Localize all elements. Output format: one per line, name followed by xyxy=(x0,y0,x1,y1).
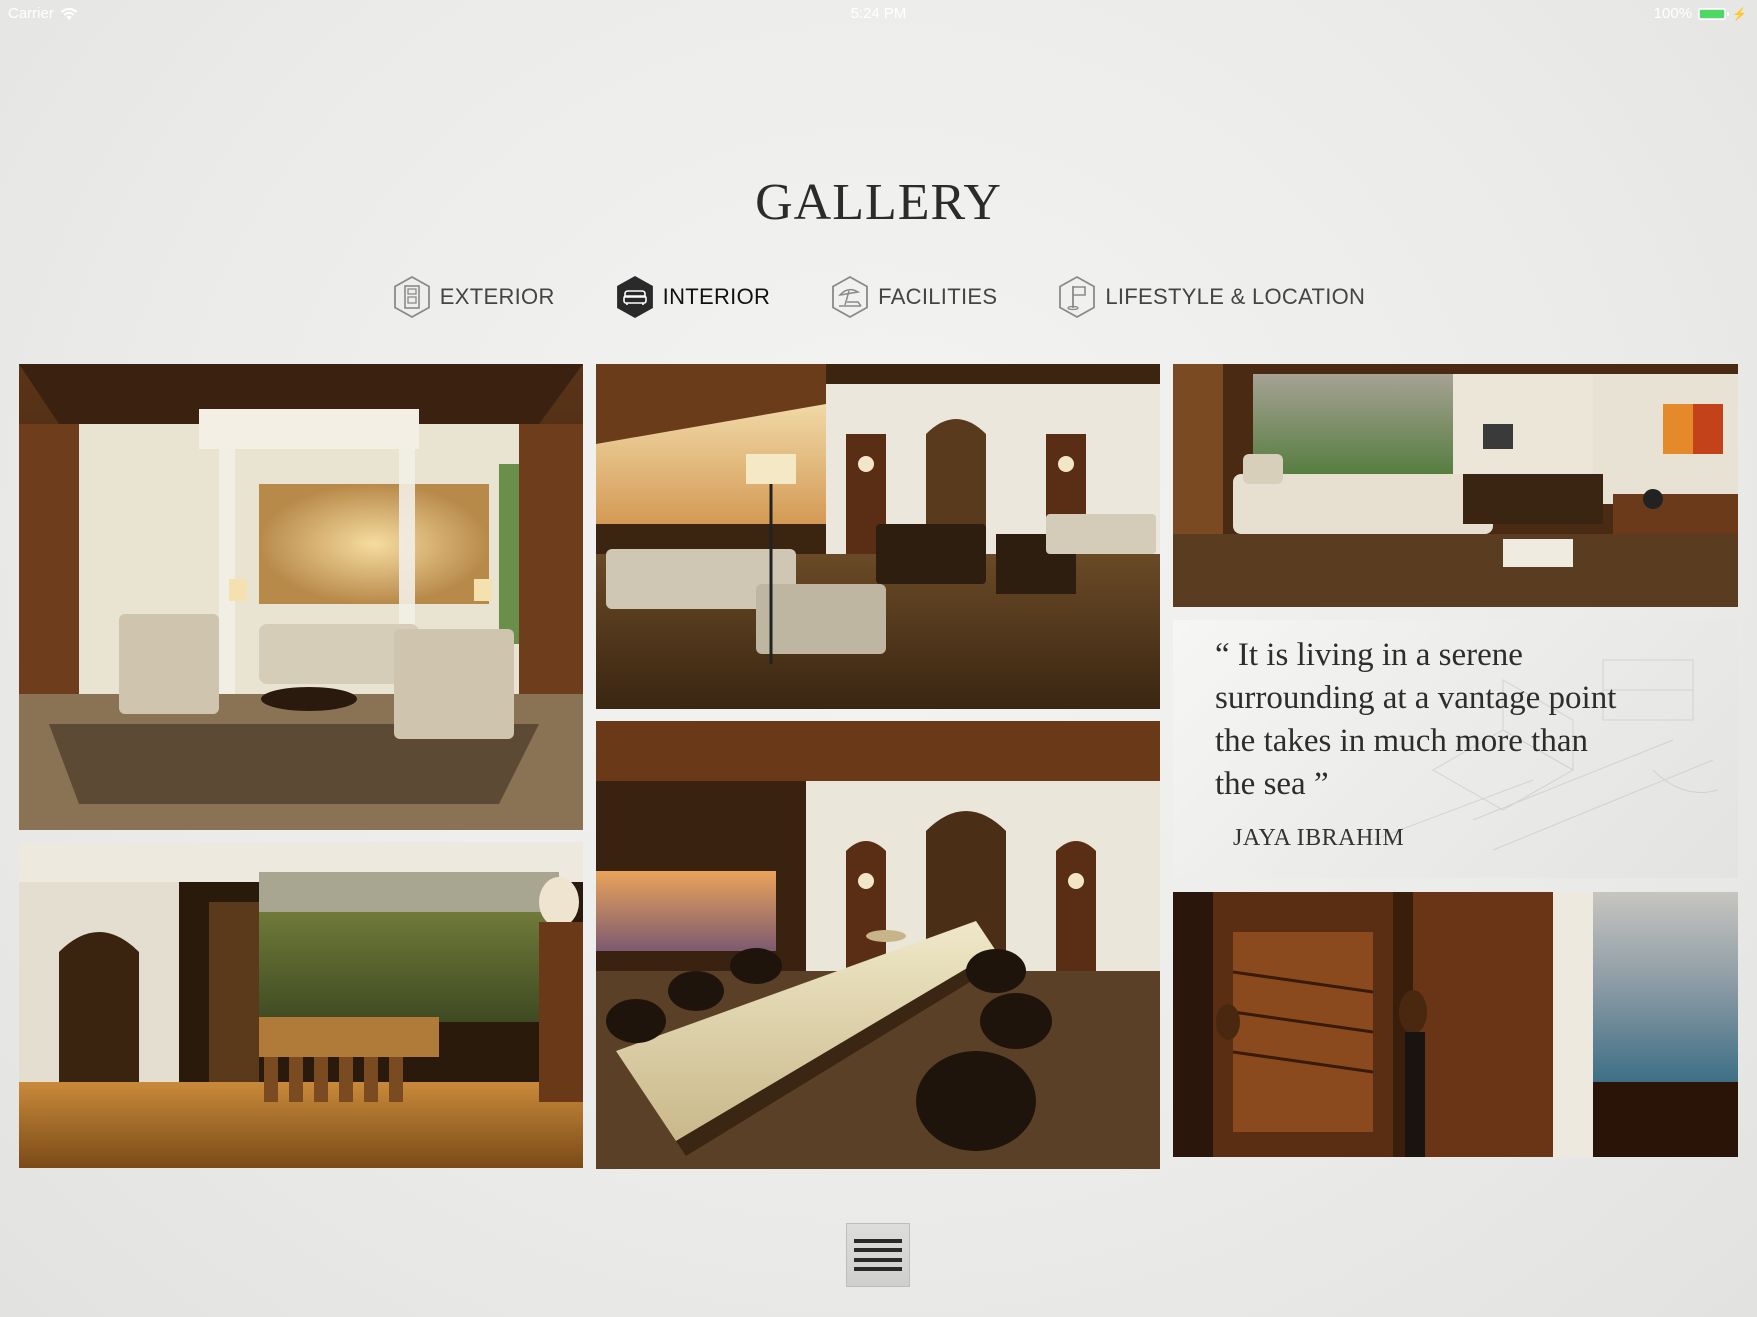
canopy-bedroom-image xyxy=(19,364,583,830)
battery-icon xyxy=(1698,7,1730,20)
page-title: GALLERY xyxy=(755,174,1002,231)
status-time: 5:24 PM xyxy=(850,5,907,22)
tab-facilities[interactable]: FACILITIES xyxy=(830,275,997,319)
status-bar: Carrier 5:24 PM 100% ⚡ xyxy=(0,0,1757,28)
dining-room-image xyxy=(596,721,1160,1169)
beach-umbrella-icon xyxy=(832,275,869,319)
category-tabs: EXTERIOR INTERIOR FACILITIES LIFESTYLE &… xyxy=(0,275,1757,319)
tab-lifestyle-location[interactable]: LIFESTYLE & LOCATION xyxy=(1057,275,1365,319)
spiral-staircase-image xyxy=(1173,892,1738,1157)
tab-exterior[interactable]: EXTERIOR xyxy=(392,275,555,319)
quote-text: “ It is living in a serene surrounding a… xyxy=(1215,637,1617,802)
bar-lounge-photo[interactable] xyxy=(19,842,583,1168)
quote-author: JAYA IBRAHIM xyxy=(1233,825,1405,851)
sofa-icon xyxy=(616,275,653,319)
bedroom-suite-photo[interactable] xyxy=(1173,364,1738,607)
living-room-photo[interactable] xyxy=(596,364,1160,709)
bedroom-suite-image xyxy=(1173,364,1738,607)
tab-exterior-label: EXTERIOR xyxy=(439,284,555,309)
dining-room-photo[interactable] xyxy=(596,721,1160,1169)
canopy-bedroom-photo[interactable] xyxy=(19,364,583,830)
quote-card: “ It is living in a serene surrounding a… xyxy=(1173,620,1738,878)
spiral-staircase-photo[interactable] xyxy=(1173,892,1738,1157)
tab-facilities-label: FACILITIES xyxy=(878,284,998,309)
tab-interior-label: INTERIOR xyxy=(662,284,771,309)
tab-lifestyle-location-label: LIFESTYLE & LOCATION xyxy=(1105,284,1366,309)
status-right: 100% ⚡ xyxy=(1654,5,1747,22)
menu-button[interactable] xyxy=(846,1223,910,1287)
battery-percent: 100% xyxy=(1653,5,1693,22)
tab-interior[interactable]: INTERIOR xyxy=(615,275,771,319)
bar-lounge-image xyxy=(19,842,583,1168)
building-icon xyxy=(393,275,430,319)
charging-icon: ⚡ xyxy=(1732,6,1747,21)
golf-flag-icon xyxy=(1059,275,1096,319)
hamburger-icon xyxy=(854,1239,902,1271)
living-room-image xyxy=(596,364,1160,709)
